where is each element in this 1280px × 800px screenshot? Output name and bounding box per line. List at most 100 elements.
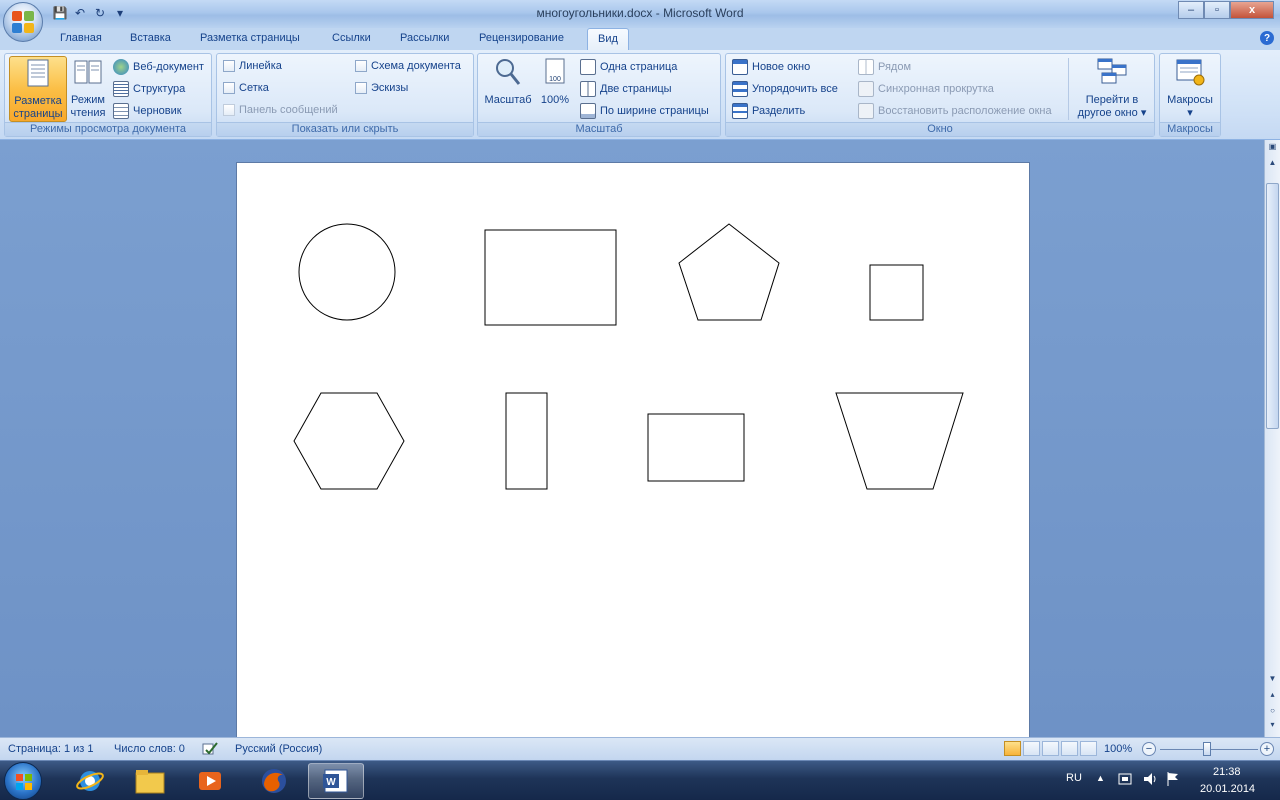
word-count[interactable]: Число слов: 0: [114, 743, 185, 755]
message-bar-checkbox: Панель сообщений: [223, 104, 338, 116]
zoom-100-button[interactable]: 100 100%: [536, 56, 574, 122]
gridlines-label: Сетка: [239, 82, 269, 94]
proofing-icon[interactable]: [202, 742, 218, 756]
office-button[interactable]: [3, 2, 43, 42]
pentagon-shape[interactable]: [678, 223, 780, 321]
tab-page-layout[interactable]: Разметка страницы: [200, 32, 300, 44]
volume-icon[interactable]: [1142, 771, 1158, 790]
show-hidden-icons-icon[interactable]: ▲: [1096, 773, 1105, 783]
doc-map-checkbox-box[interactable]: [355, 60, 367, 72]
macros-icon: [1176, 59, 1205, 86]
taskbar-explorer[interactable]: [122, 763, 178, 799]
tab-references[interactable]: Ссылки: [332, 32, 371, 44]
tab-review[interactable]: Рецензирование: [479, 32, 564, 44]
window-title: многоугольники.docx - Microsoft Word: [536, 6, 744, 20]
tab-mailings[interactable]: Рассылки: [400, 32, 449, 44]
ruler-toggle-icon[interactable]: ▣: [1266, 142, 1279, 156]
thumbnails-checkbox[interactable]: Эскизы: [355, 82, 408, 94]
scroll-down-icon[interactable]: ▼: [1266, 674, 1279, 688]
macros-dropdown-icon: ▾: [1187, 107, 1193, 119]
new-window-icon: [732, 59, 748, 75]
page-width-button[interactable]: По ширине страницы: [580, 103, 709, 119]
zoom-button[interactable]: Масштаб: [482, 56, 534, 122]
draft-view-icon[interactable]: [1080, 741, 1097, 756]
web-view-icon[interactable]: [1042, 741, 1059, 756]
hexagon-shape[interactable]: [293, 392, 405, 490]
arrange-all-label: Упорядочить все: [752, 83, 838, 95]
two-pages-button[interactable]: Две страницы: [580, 81, 672, 97]
taskbar-word[interactable]: W: [308, 763, 364, 799]
taskbar-ie[interactable]: [62, 763, 118, 799]
action-center-flag-icon[interactable]: [1166, 771, 1180, 790]
browse-object-icon[interactable]: ○: [1266, 706, 1279, 720]
tab-insert[interactable]: Вставка: [130, 32, 171, 44]
split-button[interactable]: Разделить: [732, 103, 805, 119]
zoom-level[interactable]: 100%: [1104, 743, 1132, 755]
outline-icon: [113, 81, 129, 97]
square-shape[interactable]: [869, 264, 924, 321]
start-button[interactable]: [4, 762, 42, 800]
page-width-label: По ширине страницы: [600, 105, 709, 117]
page-count[interactable]: Страница: 1 из 1: [8, 743, 94, 755]
reading-mode-label-2: чтения: [70, 107, 106, 119]
group-label-macros: Макросы: [1160, 122, 1220, 136]
prev-page-icon[interactable]: ▴: [1266, 690, 1279, 704]
outline-button[interactable]: Структура: [113, 81, 185, 97]
close-button[interactable]: x: [1230, 1, 1274, 19]
arrange-all-button[interactable]: Упорядочить все: [732, 81, 838, 97]
draft-button[interactable]: Черновик: [113, 103, 182, 119]
group-label-document-views: Режимы просмотра документа: [5, 122, 211, 136]
zoom-slider-thumb[interactable]: [1203, 742, 1211, 756]
doc-map-checkbox[interactable]: Схема документа: [355, 60, 461, 72]
new-window-button[interactable]: Новое окно: [732, 59, 810, 75]
tab-view[interactable]: Вид: [587, 28, 629, 51]
doc-map-label: Схема документа: [371, 60, 461, 72]
clock-date[interactable]: 20.01.2014: [1200, 783, 1255, 795]
reading-mode-button[interactable]: Режим чтения: [69, 56, 107, 122]
thumbnails-label: Эскизы: [371, 82, 409, 94]
group-window: Новое окно Упорядочить все Разделить Ряд…: [725, 53, 1155, 137]
clock-time[interactable]: 21:38: [1213, 766, 1241, 778]
reading-view-icon[interactable]: [1023, 741, 1040, 756]
taskbar-media-player[interactable]: [182, 763, 238, 799]
ruler-checkbox-box[interactable]: [223, 60, 235, 72]
one-page-button[interactable]: Одна страница: [580, 59, 677, 75]
language-indicator[interactable]: RU: [1066, 772, 1082, 784]
web-layout-button[interactable]: Веб-документ: [113, 59, 204, 75]
scroll-up-icon[interactable]: ▲: [1266, 158, 1279, 172]
group-macros: Макросы ▾ Макросы: [1159, 53, 1221, 137]
circle-shape[interactable]: [298, 223, 396, 321]
scrollbar-thumb[interactable]: [1266, 183, 1279, 429]
language-status[interactable]: Русский (Россия): [235, 743, 322, 755]
small-rectangle-shape[interactable]: [647, 413, 745, 482]
rectangle-shape[interactable]: [484, 229, 617, 326]
maximize-button[interactable]: ▫: [1204, 1, 1230, 19]
vertical-scrollbar[interactable]: ▣ ▲ ▼ ▴ ○ ▾: [1264, 140, 1280, 737]
thumbnails-checkbox-box[interactable]: [355, 82, 367, 94]
next-page-icon[interactable]: ▾: [1266, 720, 1279, 734]
tall-rectangle-shape[interactable]: [505, 392, 548, 490]
group-label-window: Окно: [726, 122, 1154, 136]
zoom-out-button[interactable]: −: [1142, 742, 1156, 756]
trapezoid-shape[interactable]: [835, 392, 964, 490]
gridlines-checkbox[interactable]: Сетка: [223, 82, 269, 94]
message-bar-label: Панель сообщений: [239, 104, 338, 116]
print-layout-view-icon[interactable]: [1004, 741, 1021, 756]
group-show-hide: Линейка Сетка Панель сообщений Схема док…: [216, 53, 474, 137]
outline-view-icon[interactable]: [1061, 741, 1078, 756]
taskbar-firefox[interactable]: [246, 763, 302, 799]
view-buttons: [1004, 741, 1097, 756]
zoom-in-button[interactable]: +: [1260, 742, 1274, 756]
ruler-checkbox[interactable]: Линейка: [223, 60, 282, 72]
network-icon[interactable]: [1118, 771, 1132, 790]
minimize-button[interactable]: –: [1178, 1, 1204, 19]
tab-home[interactable]: Главная: [60, 32, 102, 44]
gridlines-checkbox-box[interactable]: [223, 82, 235, 94]
help-icon[interactable]: ?: [1260, 31, 1274, 45]
switch-windows-button[interactable]: Перейти в другое окно ▾: [1072, 56, 1152, 122]
magnifier-icon: [496, 59, 521, 85]
print-layout-button[interactable]: Разметка страницы: [9, 56, 67, 122]
macros-button[interactable]: Макросы ▾: [1162, 56, 1218, 122]
print-layout-label-1: Разметка: [14, 95, 62, 107]
document-page[interactable]: [236, 162, 1030, 737]
